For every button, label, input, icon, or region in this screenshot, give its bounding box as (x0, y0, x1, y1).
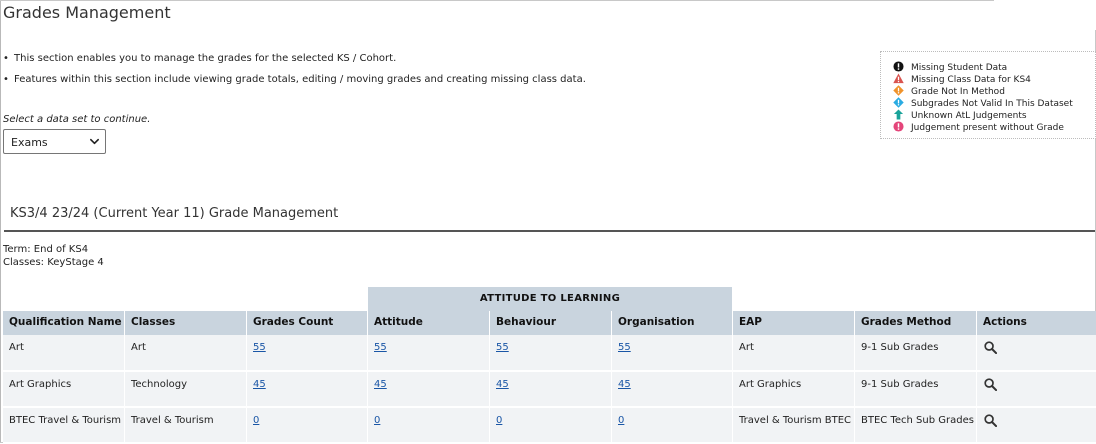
behaviour-link[interactable]: 0 (496, 415, 502, 426)
dataset-prompt: Select a data set to continue. (3, 114, 151, 125)
attitude-cell: 45 (368, 372, 490, 408)
page-border-top (0, 0, 994, 1)
dataset-select-value: Exams (11, 136, 48, 149)
organisation-link[interactable]: 45 (618, 379, 631, 390)
attitude-link[interactable]: 0 (374, 415, 380, 426)
organisation-link[interactable]: 55 (618, 342, 631, 353)
grades-count-cell: 55 (247, 335, 368, 372)
section-title: KS3/4 23/24 (Current Year 11) Grade Mana… (10, 206, 339, 221)
section-divider (4, 230, 1095, 232)
column-header: Attitude (368, 311, 490, 335)
page-border-left (0, 0, 1, 443)
attitude-cell: 0 (368, 408, 490, 444)
page-title: Grades Management (3, 3, 171, 22)
qualification-cell: BTEC Travel & Tourism (3, 408, 125, 444)
column-header: Actions (977, 311, 1096, 335)
info-diamond-icon (893, 97, 904, 108)
grades-method-cell: 9-1 Sub Grades (855, 335, 977, 372)
organisation-cell: 55 (612, 335, 733, 372)
behaviour-cell: 45 (490, 372, 612, 408)
column-header: EAP (733, 311, 855, 335)
actions-cell (977, 335, 1096, 372)
qualification-cell: Art (3, 335, 125, 372)
search-icon[interactable] (984, 378, 997, 391)
organisation-link[interactable]: 0 (618, 415, 624, 426)
exclamation-circle-icon (893, 61, 904, 72)
grades-count-link[interactable]: 45 (253, 379, 266, 390)
classes-label: Classes: KeyStage 4 (3, 257, 104, 268)
grades-count-cell: 45 (247, 372, 368, 408)
grades-table: Qualification Name Classes Grades Count … (3, 311, 1096, 444)
warning-triangle-icon (893, 73, 904, 84)
table-row: Art Art 55 55 55 55 Art 9-1 Sub Grades (3, 335, 1096, 372)
behaviour-cell: 55 (490, 335, 612, 372)
column-header: Classes (125, 311, 247, 335)
chevron-down-icon (90, 138, 99, 145)
term-label: Term: End of KS4 (3, 244, 89, 255)
qualification-cell: Art Graphics (3, 372, 125, 408)
attitude-to-learning-group-header: ATTITUDE TO LEARNING (368, 287, 732, 311)
organisation-cell: 45 (612, 372, 733, 408)
classes-cell: Travel & Tourism (125, 408, 247, 444)
table-row: Art Graphics Technology 45 45 45 45 Art … (3, 372, 1096, 408)
table-row: BTEC Travel & Tourism Travel & Tourism 0… (3, 408, 1096, 444)
grades-count-link[interactable]: 0 (253, 415, 259, 426)
intro-bullet: • Features within this section include vi… (3, 74, 586, 85)
eap-cell: Art (733, 335, 855, 372)
eap-cell: Art Graphics (733, 372, 855, 408)
search-icon[interactable] (984, 341, 997, 354)
attitude-link[interactable]: 55 (374, 342, 387, 353)
upload-arrow-icon (893, 109, 904, 120)
classes-cell: Art (125, 335, 247, 372)
behaviour-link[interactable]: 55 (496, 342, 509, 353)
exclamation-circle-pink-icon (893, 121, 904, 132)
status-legend: Missing Student Data Missing Class Data … (880, 51, 1096, 139)
attitude-cell: 55 (368, 335, 490, 372)
dataset-select[interactable]: Exams (3, 129, 106, 154)
attitude-link[interactable]: 45 (374, 379, 387, 390)
behaviour-cell: 0 (490, 408, 612, 444)
behaviour-link[interactable]: 45 (496, 379, 509, 390)
grades-method-cell: 9-1 Sub Grades (855, 372, 977, 408)
organisation-cell: 0 (612, 408, 733, 444)
grades-method-cell: BTEC Tech Sub Grades (855, 408, 977, 444)
search-icon[interactable] (984, 414, 997, 427)
actions-cell (977, 408, 1096, 444)
grades-count-cell: 0 (247, 408, 368, 444)
grades-count-link[interactable]: 55 (253, 342, 266, 353)
intro-list: • This section enables you to manage the … (2, 52, 586, 94)
column-header: Grades Method (855, 311, 977, 335)
actions-cell (977, 372, 1096, 408)
diamond-alert-icon (893, 85, 904, 96)
intro-bullet: • This section enables you to manage the … (3, 53, 397, 64)
column-header: Behaviour (490, 311, 612, 335)
column-header: Qualification Name (3, 311, 125, 335)
column-header: Organisation (612, 311, 733, 335)
classes-cell: Technology (125, 372, 247, 408)
column-header: Grades Count (247, 311, 368, 335)
table-header-row: Qualification Name Classes Grades Count … (3, 311, 1096, 335)
eap-cell: Travel & Tourism BTEC (733, 408, 855, 444)
